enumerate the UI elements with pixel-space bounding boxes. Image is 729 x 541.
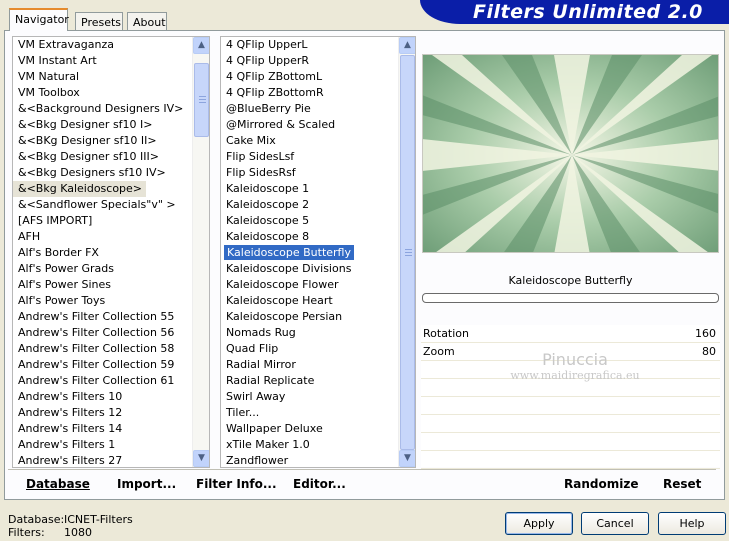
category-item[interactable]: [AFS IMPORT] [13,213,209,229]
category-item[interactable]: &<Sandflower Specials"v" > [13,197,209,213]
filter-item[interactable]: Quad Flip [221,341,415,357]
category-item[interactable]: VM Instant Art [13,53,209,69]
apply-button[interactable]: Apply [505,512,573,535]
category-item[interactable]: AFH [13,229,209,245]
param-row-empty [421,451,720,469]
scroll-down-button[interactable]: ▼ [193,450,209,467]
filter-item[interactable]: Flip SidesLsf [221,149,415,165]
category-item[interactable]: &<Bkg Designer sf10 I> [13,117,209,133]
filter-preview-image [422,54,719,253]
param-row-empty [421,361,720,379]
filter-item[interactable]: @Mirrored & Scaled [221,117,415,133]
category-item[interactable]: VM Natural [13,69,209,85]
param-row-empty [421,415,720,433]
filter-item[interactable]: Radial Mirror [221,357,415,373]
category-item[interactable]: Alf's Power Grads [13,261,209,277]
editor-button[interactable]: Editor... [293,477,346,491]
category-item[interactable]: &<BKg Designer sf10 II> [13,133,209,149]
filter-item[interactable]: Swirl Away [221,389,415,405]
filter-item[interactable]: Kaleidoscope 5 [221,213,415,229]
progress-bar [422,293,719,303]
category-item[interactable]: &<Bkg Kaleidoscope> [13,181,147,197]
filter-item[interactable]: 4 QFlip ZBottomR [221,85,415,101]
cancel-button[interactable]: Cancel [581,512,649,535]
category-item[interactable]: Andrew's Filter Collection 61 [13,373,209,389]
filter-item[interactable]: Kaleidoscope Persian [221,309,415,325]
filter-list[interactable]: 4 QFlip UpperL 4 QFlip UpperR 4 QFlip ZBot… [220,36,416,468]
filter-info-button[interactable]: Filter Info... [196,477,277,491]
filter-item[interactable]: Wallpaper Deluxe [221,421,415,437]
category-list[interactable]: VM Extravaganza VM Instant Art VM Natural V… [12,36,210,468]
category-item[interactable]: &<Bkg Designers sf10 IV> [13,165,209,181]
filter-item[interactable]: Kaleidoscope Divisions [221,261,415,277]
filter-item[interactable]: Nomads Rug [221,325,415,341]
param-row-empty [421,397,720,415]
filter-item[interactable]: 4 QFlip UpperL [221,37,415,53]
help-button[interactable]: Help [658,512,726,535]
scroll-thumb[interactable] [400,55,415,450]
filter-item[interactable]: 4 QFlip UpperR [221,53,415,69]
scroll-thumb[interactable] [194,63,209,137]
category-item[interactable]: Andrew's Filters 27 [13,453,209,467]
filter-item[interactable]: Kaleidoscope 8 [221,229,415,245]
category-item[interactable]: Andrew's Filters 14 [13,421,209,437]
reset-button[interactable]: Reset [663,477,701,491]
category-item[interactable]: Andrew's Filter Collection 58 [13,341,209,357]
scroll-down-button[interactable]: ▼ [399,450,415,467]
import-button[interactable]: Import... [117,477,176,491]
filter-item[interactable]: Kaleidoscope 1 [221,181,415,197]
category-item[interactable]: Alf's Power Sines [13,277,209,293]
filter-item[interactable]: Flip SidesRsf [221,165,415,181]
param-row-empty [421,379,720,397]
category-item[interactable]: VM Toolbox [13,85,209,101]
category-scrollbar[interactable]: ▲ ▼ [192,37,209,467]
param-row-rotation[interactable]: Rotation 160 [421,325,720,343]
status-database: Database: ICNET-Filters [8,513,133,526]
selected-filter-name: Kaleidoscope Butterfly [508,274,633,287]
tab-presets[interactable]: Presets [75,12,123,32]
category-item[interactable]: Andrew's Filter Collection 55 [13,309,209,325]
category-item[interactable]: Alf's Border FX [13,245,209,261]
param-value: 160 [695,327,716,340]
category-item[interactable]: Alf's Power Toys [13,293,209,309]
filter-item[interactable]: Kaleidoscope Heart [221,293,415,309]
category-item[interactable]: Andrew's Filters 10 [13,389,209,405]
param-label: Zoom [423,345,455,358]
filter-item[interactable]: 4 QFlip ZBottomL [221,69,415,85]
scroll-up-button[interactable]: ▲ [399,37,415,54]
filter-item[interactable]: xTile Maker 1.0 [221,437,415,453]
category-item[interactable]: Andrew's Filter Collection 56 [13,325,209,341]
filter-item[interactable]: Kaleidoscope 2 [221,197,415,213]
database-button[interactable]: Database [26,477,90,491]
randomize-button[interactable]: Randomize [564,477,638,491]
category-item[interactable]: &<Bkg Designer sf10 III> [13,149,209,165]
filter-item[interactable]: Kaleidoscope Flower [221,277,415,293]
scroll-up-button[interactable]: ▲ [193,37,209,54]
filter-item[interactable]: Kaleidoscope Butterfly [221,245,415,261]
filter-item-label: Kaleidoscope Butterfly [224,245,354,260]
param-row-zoom[interactable]: Zoom 80 [421,343,720,361]
filter-item[interactable]: Zandflower [221,453,415,467]
filter-item[interactable]: Tiler... [221,405,415,421]
param-label: Rotation [423,327,470,340]
category-item[interactable]: &<Background Designers IV> [13,101,209,117]
filter-item[interactable]: Radial Replicate [221,373,415,389]
divider [8,469,716,470]
banner-title: Filters Unlimited 2.0 [473,1,703,23]
param-value: 80 [702,345,716,358]
parameter-panel: Rotation 160 Zoom 80 [421,325,720,469]
category-item[interactable]: Andrew's Filter Collection 59 [13,357,209,373]
filter-item[interactable]: Cake Mix [221,133,415,149]
tab-navigator[interactable]: Navigator [9,8,69,31]
category-item[interactable]: VM Extravaganza [13,37,209,53]
status-filters: Filters: 1080 [8,526,92,539]
filter-scrollbar[interactable]: ▲ ▼ [398,37,415,467]
param-row-empty [421,433,720,451]
category-item[interactable]: Andrew's Filters 1 [13,437,209,453]
tab-about[interactable]: About [127,12,167,32]
category-item[interactable]: Andrew's Filters 12 [13,405,209,421]
filter-item[interactable]: @BlueBerry Pie [221,101,415,117]
